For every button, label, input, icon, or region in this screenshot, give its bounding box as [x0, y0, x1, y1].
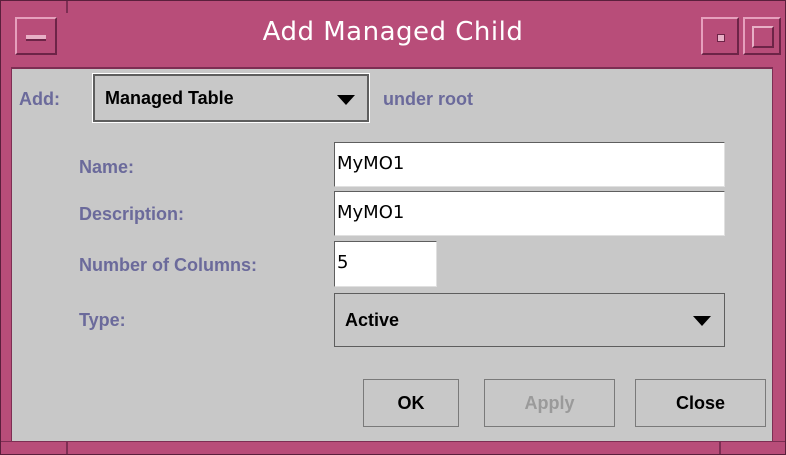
add-label: Add:	[19, 89, 60, 109]
frame-corner-mark	[66, 442, 68, 454]
frame-corner-mark	[719, 442, 721, 454]
chevron-down-icon	[693, 316, 711, 326]
name-label: Name:	[79, 157, 135, 177]
window-border-left[interactable]	[1, 67, 12, 445]
chevron-down-icon	[337, 95, 355, 105]
add-type-selected: Managed Table	[105, 88, 234, 108]
type-selected: Active	[345, 310, 400, 330]
type-dropdown[interactable]: Active	[334, 293, 725, 347]
window-border-bottom[interactable]	[1, 441, 785, 454]
ok-button[interactable]: OK	[363, 379, 459, 427]
columns-input[interactable]: 5	[334, 241, 437, 287]
window-border-right[interactable]	[772, 67, 785, 445]
maximize-icon	[752, 26, 774, 48]
columns-label: Number of Columns:	[79, 255, 257, 275]
maximize-button[interactable]	[743, 17, 781, 55]
minimize-button[interactable]	[701, 17, 739, 55]
frame-corner-mark	[66, 1, 68, 13]
description-label: Description:	[79, 204, 185, 224]
name-input[interactable]: MyMO1	[334, 142, 725, 187]
add-type-dropdown[interactable]: Managed Table	[92, 73, 370, 123]
add-managed-child-dialog: Add Managed Child Add: Managed Table und…	[0, 0, 786, 455]
description-input[interactable]: MyMO1	[334, 191, 725, 236]
window-title: Add Managed Child	[262, 17, 524, 47]
under-root-label: under root	[383, 89, 473, 109]
title-bar[interactable]: Add Managed Child	[1, 1, 785, 69]
close-button[interactable]: Close	[635, 379, 766, 427]
minimize-icon	[717, 34, 725, 42]
type-label: Type:	[79, 310, 126, 330]
apply-button[interactable]: Apply	[484, 379, 615, 427]
